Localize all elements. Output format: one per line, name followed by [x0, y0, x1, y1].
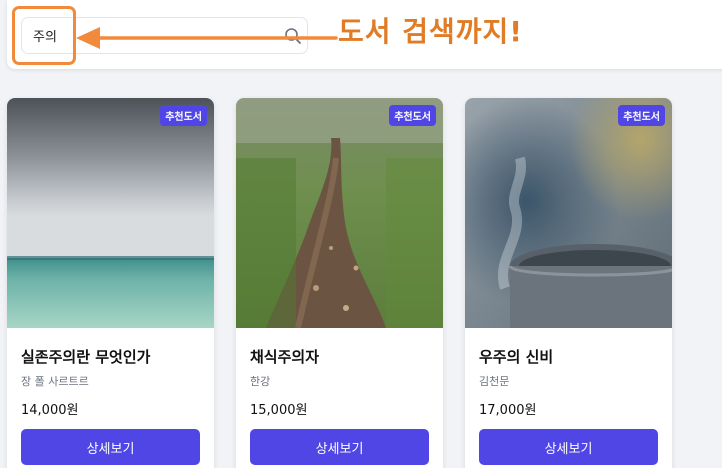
- book-author: 장 폴 사르트르: [21, 375, 89, 388]
- detail-button[interactable]: 상세보기: [21, 429, 200, 465]
- callout-text: 도서 검색까지!: [338, 15, 524, 48]
- book-price: 14,000원: [21, 403, 79, 418]
- detail-button[interactable]: 상세보기: [479, 429, 658, 465]
- book-title: 우주의 신비: [479, 348, 554, 366]
- page: 도서 검색까지!: [0, 0, 722, 468]
- recommended-badge: 추천도서: [389, 105, 436, 126]
- book-card: 추천도서 우주의 신비 김천문 17,000원 상세보기: [465, 98, 672, 468]
- book-title: 실존주의란 무엇인가: [21, 348, 151, 366]
- book-cover-image: [465, 98, 672, 328]
- book-card: 추천도서 채식주의자 한강 15,000원 상세보기: [236, 98, 443, 468]
- detail-button[interactable]: 상세보기: [250, 429, 429, 465]
- book-price: 15,000원: [250, 403, 308, 418]
- book-author: 한강: [250, 375, 271, 388]
- recommended-badge: 추천도서: [618, 105, 665, 126]
- book-title: 채식주의자: [250, 348, 320, 366]
- book-cover-image: [7, 98, 214, 328]
- recommended-badge: 추천도서: [160, 105, 207, 126]
- arrow-left-icon: [76, 27, 338, 49]
- book-price: 17,000원: [479, 403, 537, 418]
- book-author: 김천문: [479, 375, 510, 388]
- highlight-box: [12, 6, 76, 65]
- book-card: 추천도서 실존주의란 무엇인가 장 폴 사르트르 14,000원 상세보기: [7, 98, 214, 468]
- book-cover-image: [236, 98, 443, 328]
